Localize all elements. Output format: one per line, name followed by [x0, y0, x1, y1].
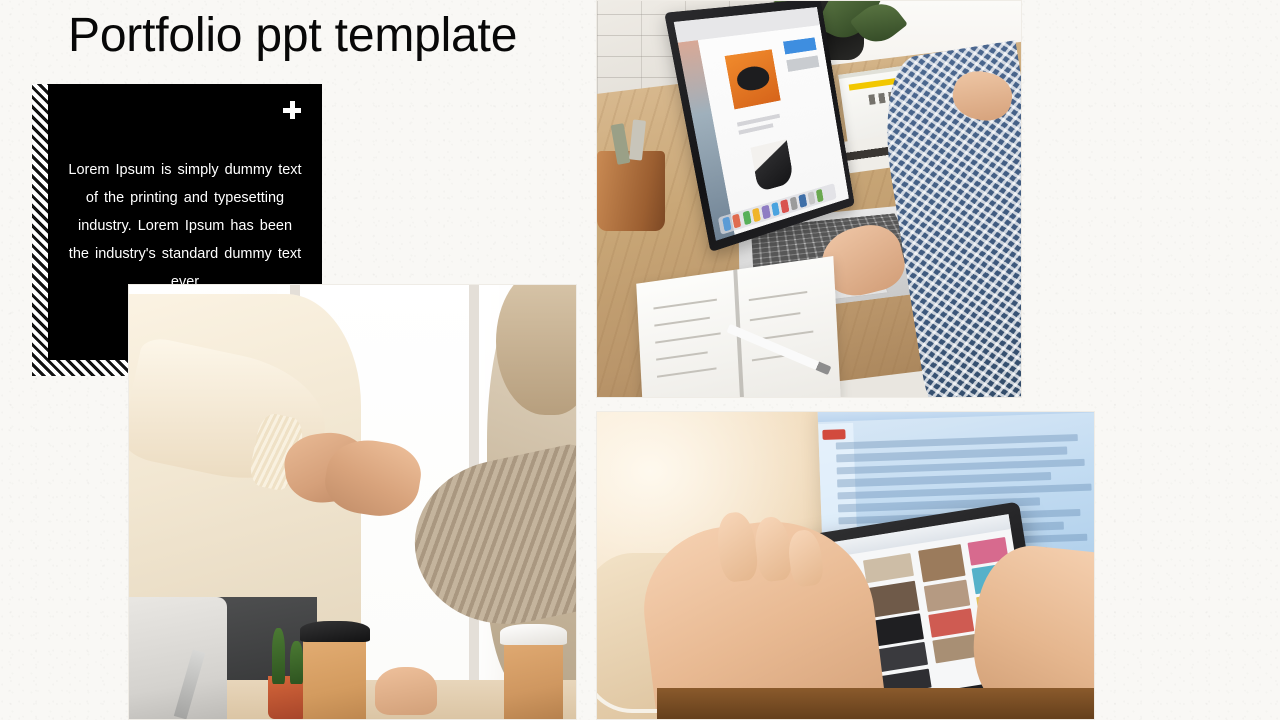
- slide-canvas: Portfolio ppt template Lorem Ipsum is si…: [0, 0, 1280, 720]
- page-title: Portfolio ppt template: [68, 9, 518, 62]
- plus-icon-vertical-bar: [290, 101, 295, 119]
- resting-hand: [374, 666, 438, 715]
- tablet-shopping-photo[interactable]: [596, 411, 1095, 720]
- screen-secondary-button: [786, 55, 820, 73]
- caption-body-text: Lorem Ipsum is simply dummy text of the …: [68, 162, 302, 290]
- desk-laptop-photo-scene: [597, 1, 1021, 397]
- coffee-cup-white-lid: [499, 624, 568, 719]
- cactus-plant: [289, 640, 304, 685]
- browser-toolbar: [673, 7, 820, 43]
- cactus-plant: [272, 627, 286, 685]
- email-toolbar: [817, 412, 1094, 422]
- screen-primary-button: [783, 37, 817, 54]
- white-cable: [597, 629, 666, 713]
- compose-button: [822, 428, 846, 441]
- cup-lid: [299, 620, 370, 642]
- pen-holder: [597, 151, 665, 231]
- screen-shoe-image: [750, 138, 795, 193]
- cup-lid: [499, 624, 568, 646]
- handshake-photo[interactable]: [128, 284, 577, 720]
- table-front-edge: [656, 688, 1094, 719]
- desk-laptop-photo[interactable]: [596, 0, 1022, 398]
- handshake-photo-scene: [129, 285, 576, 719]
- screen-product-image: [724, 49, 782, 110]
- coffee-cup-black-lid: [299, 620, 370, 719]
- plus-icon[interactable]: [283, 101, 301, 119]
- screen-text-line: [737, 113, 780, 127]
- tablet-shopping-photo-scene: [597, 412, 1094, 719]
